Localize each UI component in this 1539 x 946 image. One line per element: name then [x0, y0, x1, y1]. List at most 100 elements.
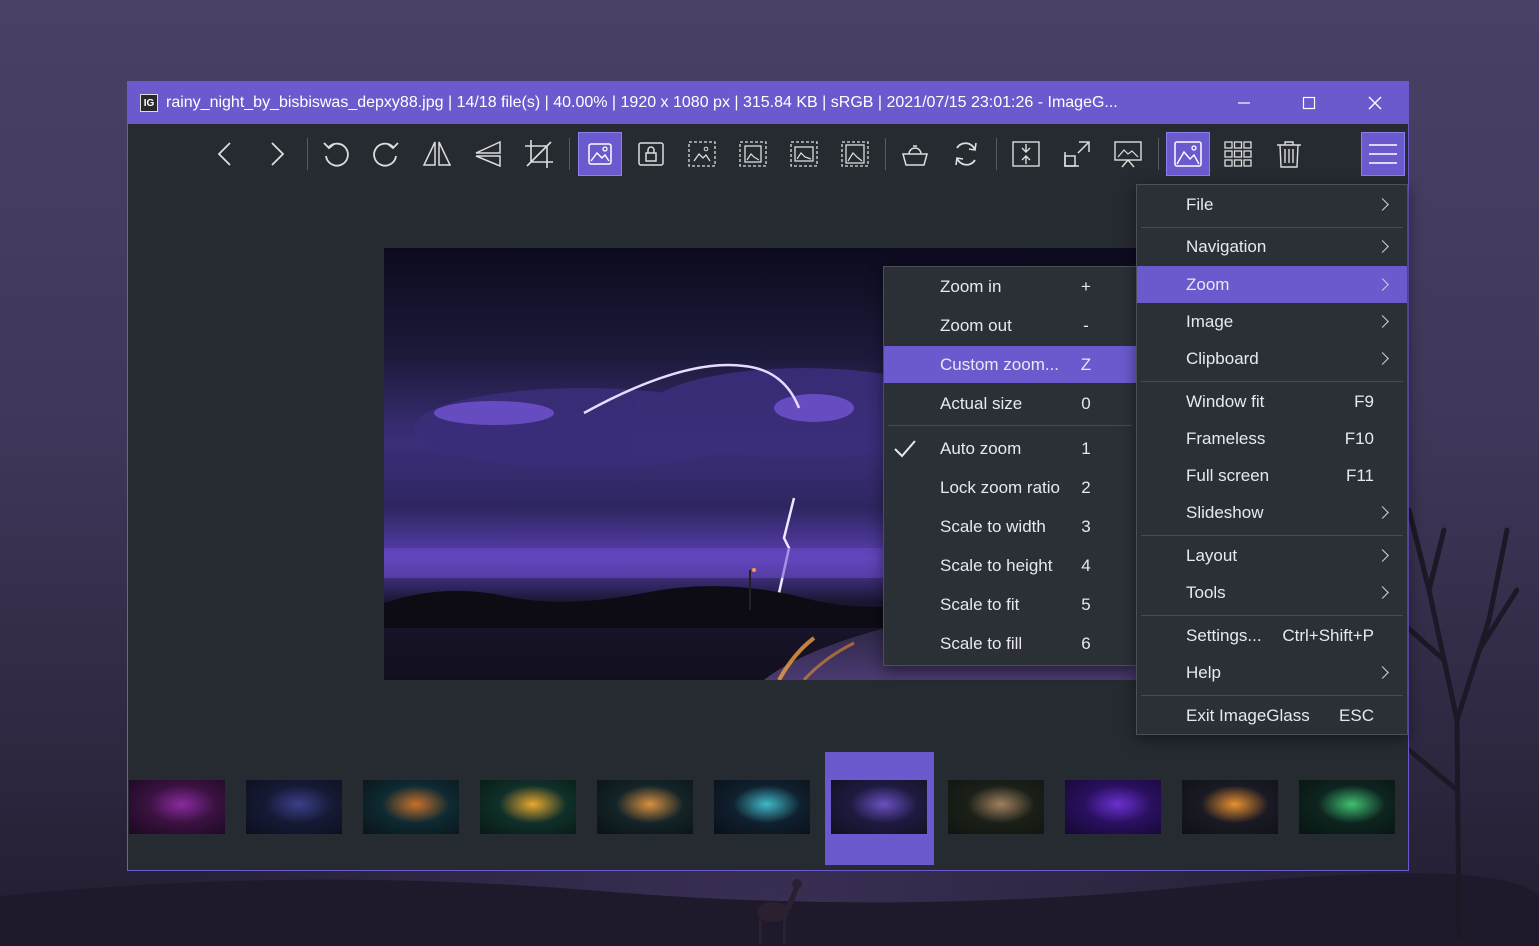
chevron-right-icon	[1376, 315, 1389, 328]
main-menu-item-window-fit[interactable]: Window fit F9	[1137, 383, 1407, 420]
rotate-left-icon	[323, 142, 349, 167]
rotate-right-button[interactable]	[364, 132, 408, 176]
thumbnail-3[interactable]	[363, 780, 459, 834]
zoom-menu-item-scale-to-height[interactable]: Scale to height 4	[884, 547, 1136, 584]
scale-to-fit-button[interactable]	[782, 132, 826, 176]
main-menu-item-slideshow[interactable]: Slideshow	[1137, 494, 1407, 531]
close-icon	[1368, 96, 1382, 110]
menu-item-shortcut: F10	[1344, 428, 1374, 448]
full-screen-icon	[1064, 141, 1090, 167]
menu-item-shortcut: 1	[1081, 438, 1091, 458]
menu-item-shortcut: Z	[1080, 354, 1092, 374]
main-menu-item-navigation[interactable]: Navigation	[1137, 228, 1407, 265]
menu-item-label: Actual size	[940, 393, 1023, 413]
menu-item-label: Image	[1186, 311, 1234, 331]
gallery-button[interactable]	[1216, 132, 1260, 176]
flip-vertical-icon	[475, 140, 501, 168]
zoom-menu-item-auto-zoom[interactable]: Auto zoom 1	[884, 430, 1136, 467]
main-menu-item-zoom[interactable]: Zoom	[1137, 266, 1407, 303]
main-menu-item-file[interactable]: File	[1137, 186, 1407, 223]
thumbnail-bar-button[interactable]	[1166, 132, 1210, 176]
window-fit-button[interactable]	[1004, 132, 1048, 176]
delete-button[interactable]	[1267, 132, 1311, 176]
zoom-menu-item-zoom-in[interactable]: Zoom in +	[884, 268, 1136, 305]
main-menu-item-image[interactable]: Image	[1137, 303, 1407, 340]
thumbnail-5[interactable]	[597, 780, 693, 834]
checkmark-icon	[894, 439, 916, 457]
menu-item-label: Scale to width	[940, 516, 1046, 536]
scale-fit-icon	[790, 141, 818, 167]
menu-item-label: Window fit	[1186, 391, 1265, 411]
menu-item-label: Clipboard	[1186, 348, 1259, 368]
menu-item-shortcut: Ctrl+Shift+P	[1282, 625, 1374, 645]
lock-image-icon	[638, 142, 664, 166]
lock-zoom-ratio-button[interactable]	[629, 132, 673, 176]
previous-image-button[interactable]	[204, 132, 248, 176]
menu-separator	[1141, 535, 1403, 536]
scale-fill-icon	[841, 141, 869, 167]
menu-item-label: File	[1186, 194, 1214, 214]
desktop-deer	[757, 879, 802, 944]
checkerboard-button[interactable]	[893, 132, 937, 176]
thumbnail-11[interactable]	[1299, 780, 1395, 834]
menu-item-shortcut: 5	[1081, 594, 1091, 614]
toolbar-separator	[569, 138, 570, 170]
menu-separator	[888, 425, 1132, 426]
thumbnail-7[interactable]	[831, 780, 927, 834]
scale-to-height-button[interactable]	[731, 132, 775, 176]
zoom-menu-item-actual-size[interactable]: Actual size 0	[884, 385, 1136, 422]
menu-separator	[1141, 381, 1403, 382]
close-button[interactable]	[1344, 82, 1406, 124]
slideshow-button[interactable]	[1106, 132, 1150, 176]
main-menu-item-frameless[interactable]: Frameless F10	[1137, 420, 1407, 457]
thumbnail-bar-icon	[1174, 141, 1202, 167]
zoom-menu-item-scale-to-fit[interactable]: Scale to fit 5	[884, 586, 1136, 623]
chevron-right-icon	[1376, 549, 1389, 562]
menu-item-shortcut: 6	[1081, 633, 1091, 653]
main-menu-button[interactable]	[1361, 132, 1405, 176]
menu-item-shortcut: ESC	[1339, 705, 1374, 725]
main-menu-item-layout[interactable]: Layout	[1137, 537, 1407, 574]
scale-to-fill-button[interactable]	[833, 132, 877, 176]
toolbar	[128, 124, 1408, 182]
menu-item-label: Lock zoom ratio	[940, 477, 1060, 497]
zoom-menu-item-zoom-out[interactable]: Zoom out -	[884, 307, 1136, 344]
maximize-icon	[1302, 96, 1316, 110]
thumbnail-2[interactable]	[246, 780, 342, 834]
scale-to-width-button[interactable]	[680, 132, 724, 176]
main-menu-item-help[interactable]: Help	[1137, 654, 1407, 691]
full-screen-button[interactable]	[1055, 132, 1099, 176]
thumbnail-4[interactable]	[480, 780, 576, 834]
menu-item-label: Zoom out	[940, 315, 1012, 335]
maximize-button[interactable]	[1278, 82, 1340, 124]
main-menu-item-tools[interactable]: Tools	[1137, 574, 1407, 611]
main-menu-item-clipboard[interactable]: Clipboard	[1137, 340, 1407, 377]
rotate-left-button[interactable]	[314, 132, 358, 176]
thumbnail-6[interactable]	[714, 780, 810, 834]
flip-horizontal-button[interactable]	[415, 132, 459, 176]
thumbnail-10[interactable]	[1182, 780, 1278, 834]
next-image-button[interactable]	[254, 132, 298, 176]
refresh-button[interactable]	[944, 132, 988, 176]
menu-item-shortcut: 3	[1081, 516, 1091, 536]
zoom-menu-item-scale-to-fill[interactable]: Scale to fill 6	[884, 625, 1136, 662]
zoom-menu-item-lock-zoom-ratio[interactable]: Lock zoom ratio 2	[884, 469, 1136, 506]
title-bar[interactable]: IG rainy_night_by_bisbiswas_depxy88.jpg …	[128, 82, 1408, 124]
zoom-menu-item-scale-to-width[interactable]: Scale to width 3	[884, 508, 1136, 545]
thumbnail-8[interactable]	[948, 780, 1044, 834]
scale-width-icon	[688, 141, 716, 167]
minimize-button[interactable]	[1213, 82, 1275, 124]
menu-item-shortcut: F9	[1354, 391, 1374, 411]
crop-button[interactable]	[517, 132, 561, 176]
auto-zoom-button[interactable]	[578, 132, 622, 176]
zoom-menu-item-custom-zoom[interactable]: Custom zoom... Z	[884, 346, 1136, 383]
flip-vertical-button[interactable]	[466, 132, 510, 176]
zoom-submenu: Zoom in + Zoom out - Custom zoom... Z Actual s…	[883, 266, 1137, 666]
chevron-right-icon	[1376, 666, 1389, 679]
thumbnail-9[interactable]	[1065, 780, 1161, 834]
main-menu-item-settings[interactable]: Settings... Ctrl+Shift+P	[1137, 617, 1407, 654]
window-fit-icon	[1012, 141, 1040, 167]
main-menu-item-full-screen[interactable]: Full screen F11	[1137, 457, 1407, 494]
main-menu-item-exit-imageglass[interactable]: Exit ImageGlass ESC	[1137, 697, 1407, 734]
thumbnail-1[interactable]	[129, 780, 225, 834]
